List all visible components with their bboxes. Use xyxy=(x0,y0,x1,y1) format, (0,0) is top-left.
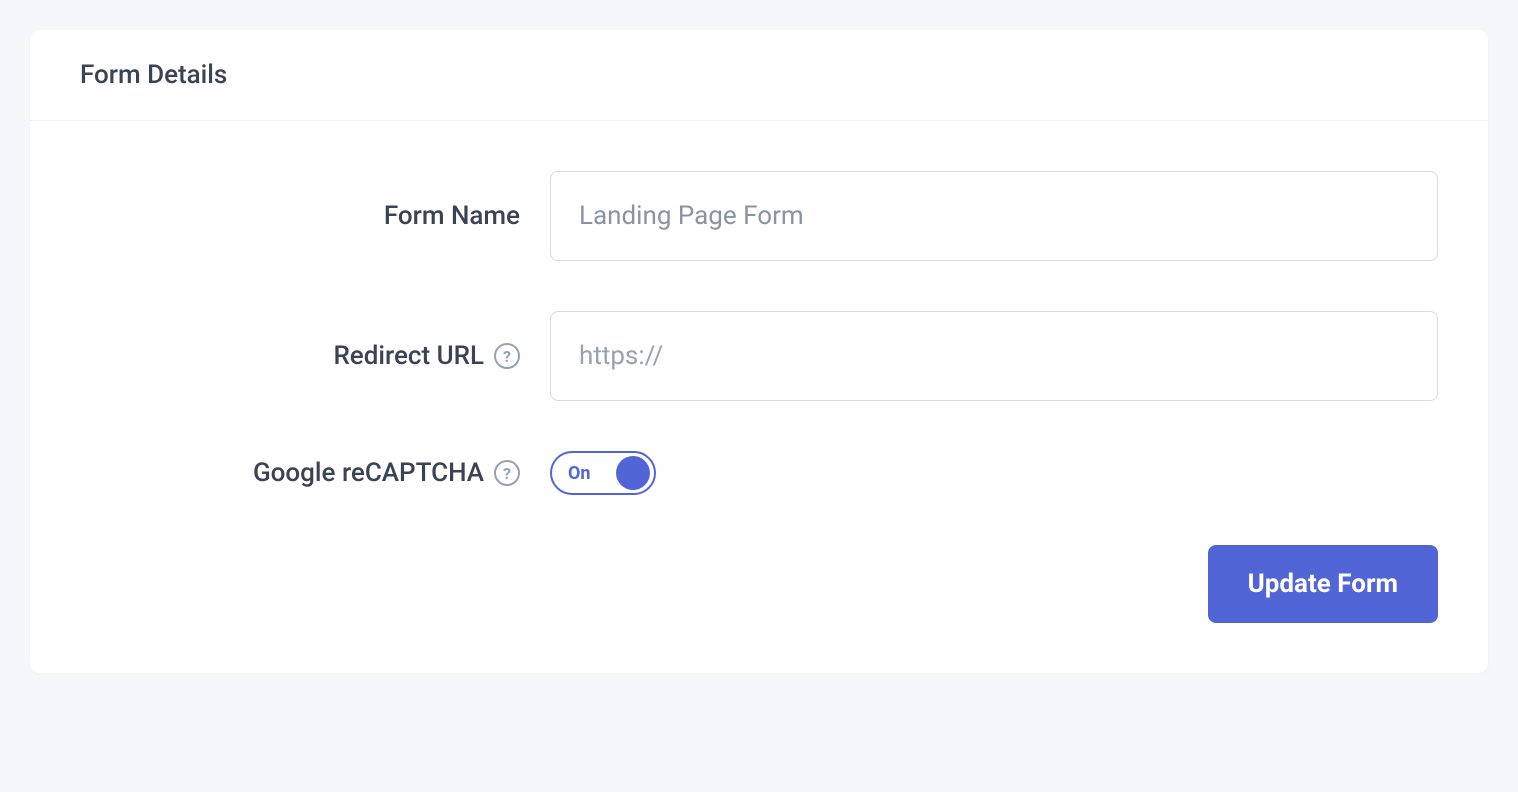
form-details-card: Form Details Form Name Redirect URL ? Go… xyxy=(30,30,1488,673)
help-icon[interactable]: ? xyxy=(494,460,520,486)
recaptcha-label-text: Google reCAPTCHA xyxy=(253,458,484,488)
redirect-url-input[interactable] xyxy=(550,311,1438,401)
redirect-url-label: Redirect URL ? xyxy=(80,341,550,371)
toggle-wrap: On xyxy=(550,451,1438,495)
toggle-state-label: On xyxy=(568,463,591,484)
recaptcha-toggle[interactable]: On xyxy=(550,451,656,495)
form-name-input[interactable] xyxy=(550,171,1438,261)
recaptcha-label: Google reCAPTCHA ? xyxy=(80,458,550,488)
form-name-label: Form Name xyxy=(80,201,550,231)
form-name-label-text: Form Name xyxy=(384,201,520,231)
redirect-url-label-text: Redirect URL xyxy=(333,341,484,371)
update-form-button[interactable]: Update Form xyxy=(1208,545,1438,623)
card-header: Form Details xyxy=(30,30,1488,121)
card-title: Form Details xyxy=(80,60,1438,90)
form-row-name: Form Name xyxy=(80,171,1438,261)
form-row-recaptcha: Google reCAPTCHA ? On xyxy=(80,451,1438,495)
toggle-knob xyxy=(616,456,650,490)
help-icon[interactable]: ? xyxy=(494,343,520,369)
card-footer: Update Form xyxy=(30,545,1488,673)
form-row-redirect: Redirect URL ? xyxy=(80,311,1438,401)
card-body: Form Name Redirect URL ? Google reCAPTCH… xyxy=(30,121,1488,545)
